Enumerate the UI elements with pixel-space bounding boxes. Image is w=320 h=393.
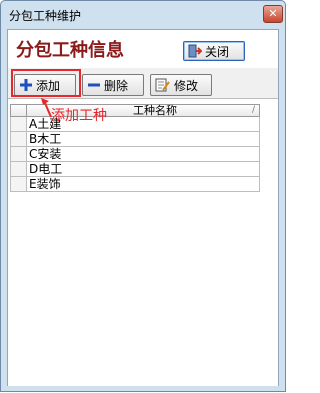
annotation-arrow-icon [41,98,52,118]
window: 分包工种维护 ✕ 分包工种信息 关闭 添加 删除 修改 工种名称 / A土建 B… [0,0,286,392]
annotation-label: 添加工种 [51,108,107,124]
